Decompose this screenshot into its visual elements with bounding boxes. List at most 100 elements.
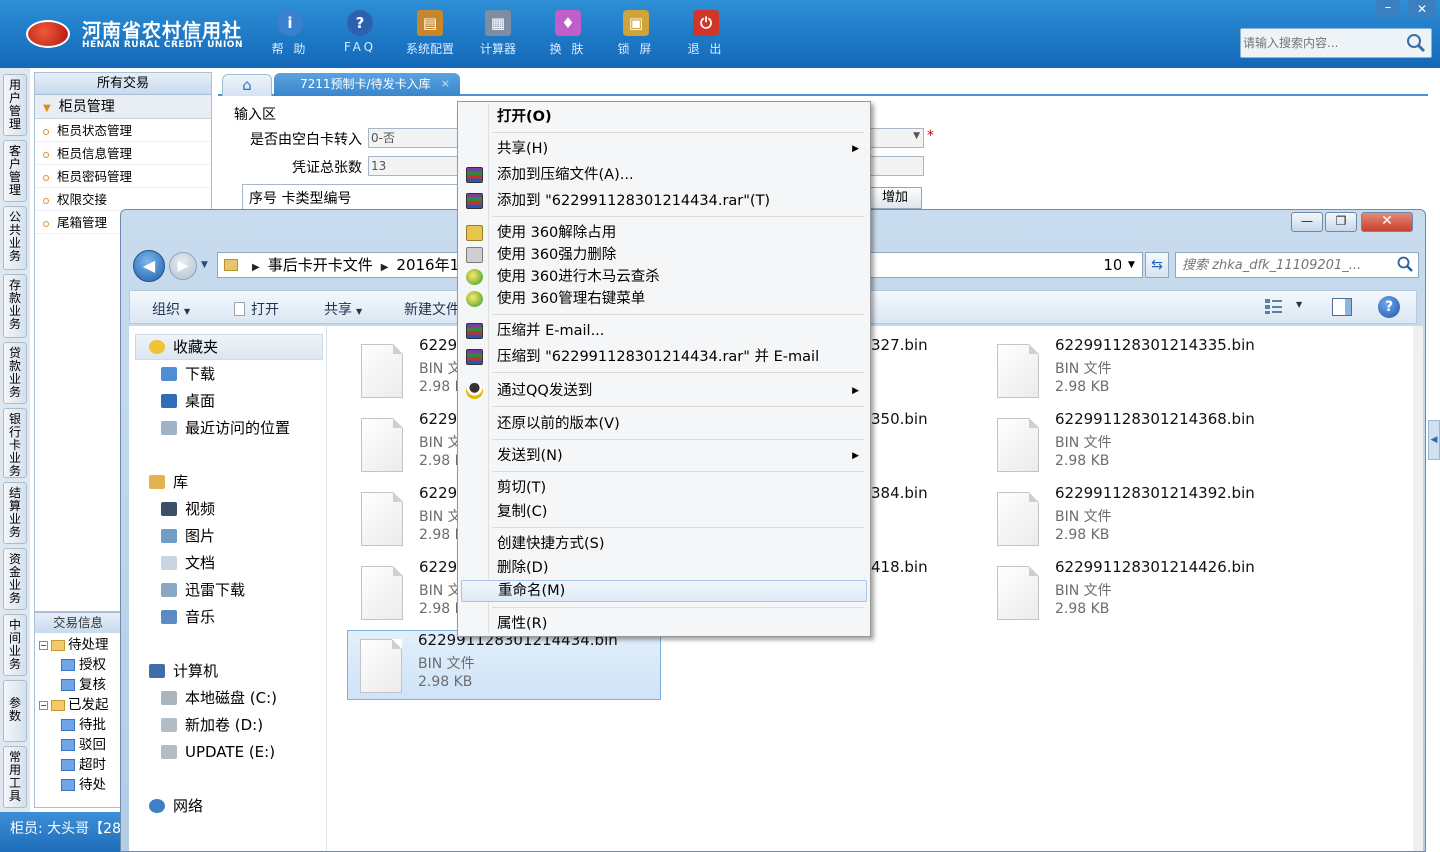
- nav-drive-e[interactable]: UPDATE (E:): [161, 740, 275, 764]
- menu-360-scan[interactable]: 使用 360进行木马云查杀: [461, 266, 867, 288]
- txn-initiated[interactable]: − 已发起: [39, 695, 109, 715]
- menu-restore-previous[interactable]: 还原以前的版本(V): [461, 413, 867, 435]
- lock-screen-button[interactable]: ▣ 锁 屏: [606, 8, 666, 60]
- nav-libraries[interactable]: 库: [149, 470, 188, 494]
- txn-authorize[interactable]: 授权: [61, 655, 106, 675]
- global-search-input[interactable]: [1243, 33, 1403, 53]
- vnav-parameters[interactable]: 参数: [3, 680, 27, 742]
- txn-rejected[interactable]: 驳回: [61, 735, 106, 755]
- open-button[interactable]: 打开: [234, 299, 279, 319]
- menu-copy[interactable]: 复制(C): [461, 501, 867, 523]
- file-item[interactable]: 622991128301214335.bin BIN 文件 2.98 KB: [985, 336, 1299, 404]
- explorer-search-input[interactable]: [1182, 256, 1388, 274]
- nav-documents[interactable]: 文档: [161, 551, 215, 575]
- menu-360-unlock[interactable]: 使用 360解除占用: [461, 222, 867, 244]
- card-type-select[interactable]: ▼: [870, 128, 924, 148]
- menu-cut[interactable]: 剪切(T): [461, 477, 867, 499]
- file-item[interactable]: 622991128301214426.bin BIN 文件 2.98 KB: [985, 558, 1299, 626]
- blank-card-select[interactable]: 0-否: [368, 128, 460, 148]
- app-minimize-button[interactable]: –: [1376, 0, 1400, 18]
- nav-pictures[interactable]: 图片: [161, 524, 215, 548]
- vnav-customer-mgmt[interactable]: 客户管理: [3, 140, 27, 202]
- system-config-button[interactable]: ▤ 系统配置: [400, 8, 460, 60]
- forward-button[interactable]: ▶: [169, 252, 197, 280]
- menu-360-manage[interactable]: 使用 360管理右键菜单: [461, 288, 867, 310]
- vnav-bankcard-business[interactable]: 银行卡业务: [3, 408, 27, 478]
- side-expand-handle[interactable]: ◀: [1428, 420, 1440, 460]
- nav-computer[interactable]: 计算机: [149, 659, 218, 683]
- breadcrumb-separator-icon[interactable]: ▶: [381, 262, 389, 273]
- vnav-fund-business[interactable]: 资金业务: [3, 548, 27, 610]
- nav-drive-c[interactable]: 本地磁盘 (C:): [161, 686, 277, 710]
- menu-360-shred[interactable]: 使用 360强力删除: [461, 244, 867, 266]
- tree-item-teller-status[interactable]: 柜员状态管理: [35, 119, 211, 142]
- nav-music[interactable]: 音乐: [161, 605, 215, 629]
- menu-add-to-rar[interactable]: 添加到 "622991128301214434.rar"(T): [461, 190, 867, 212]
- organize-button[interactable]: 组织 ▼: [152, 299, 190, 319]
- nav-thunder-downloads[interactable]: 迅雷下载: [161, 578, 245, 602]
- nav-network[interactable]: 网络: [149, 794, 203, 818]
- menu-send-via-qq[interactable]: 通过QQ发送到 ▶: [461, 380, 867, 402]
- tree-group-teller-mgmt[interactable]: ▼ 柜员管理: [35, 95, 211, 119]
- refresh-button[interactable]: ⇆: [1145, 252, 1169, 278]
- vnav-deposit-business[interactable]: 存款业务: [3, 274, 27, 338]
- vnav-intermediate-business[interactable]: 中间业务: [3, 614, 27, 676]
- tree-item-permission-handover[interactable]: 权限交接: [35, 188, 211, 211]
- breadcrumb-separator-icon[interactable]: ▶: [252, 262, 260, 273]
- txn-awaiting-approval[interactable]: 待批: [61, 715, 106, 735]
- faq-button[interactable]: ? FAQ: [330, 8, 390, 60]
- explorer-minimize-button[interactable]: —: [1291, 212, 1323, 232]
- menu-add-to-archive[interactable]: 添加到压缩文件(A)...: [461, 164, 867, 186]
- menu-create-shortcut[interactable]: 创建快捷方式(S): [461, 533, 867, 555]
- nav-recent-places[interactable]: 最近访问的位置: [161, 416, 290, 440]
- txn-pending[interactable]: − 待处理: [39, 635, 109, 655]
- explorer-maximize-button[interactable]: ❐: [1325, 212, 1357, 232]
- add-button[interactable]: 增加: [868, 187, 922, 209]
- menu-share[interactable]: 共享(H) ▶: [461, 138, 867, 160]
- file-item[interactable]: 622991128301214392.bin BIN 文件 2.98 KB: [985, 484, 1299, 552]
- menu-properties[interactable]: 属性(R): [461, 613, 867, 635]
- vnav-settlement-business[interactable]: 结算业务: [3, 482, 27, 544]
- calculator-button[interactable]: ▦ 计算器: [468, 8, 528, 60]
- nav-downloads[interactable]: 下载: [161, 362, 215, 386]
- collapse-icon[interactable]: −: [39, 700, 48, 710]
- tree-item-teller-info[interactable]: 柜员信息管理: [35, 142, 211, 165]
- address-dropdown-icon[interactable]: ▼: [1121, 252, 1143, 278]
- tab-close-icon[interactable]: ×: [441, 73, 450, 95]
- menu-compress-rar-email[interactable]: 压缩到 "622991128301214434.rar" 并 E-mail: [461, 346, 867, 368]
- tab-card-storage[interactable]: 7211预制卡/待发卡入库 ×: [274, 73, 460, 96]
- vnav-loan-business[interactable]: 贷款业务: [3, 342, 27, 404]
- preview-pane-icon[interactable]: [1332, 298, 1352, 316]
- menu-open[interactable]: 打开(O): [461, 106, 867, 128]
- search-icon[interactable]: [1405, 32, 1427, 54]
- tree-item-teller-password[interactable]: 柜员密码管理: [35, 165, 211, 188]
- vertical-scrollbar[interactable]: [1413, 326, 1423, 851]
- breadcrumb-segment[interactable]: 2016年1: [396, 256, 459, 274]
- explorer-close-button[interactable]: ✕: [1361, 212, 1413, 232]
- file-item[interactable]: 622991128301214368.bin BIN 文件 2.98 KB: [985, 410, 1299, 478]
- nav-videos[interactable]: 视频: [161, 497, 215, 521]
- view-dropdown-icon[interactable]: ▼: [1296, 300, 1302, 309]
- collapse-icon[interactable]: −: [39, 640, 48, 650]
- app-close-button[interactable]: ✕: [1408, 0, 1436, 18]
- menu-send-to[interactable]: 发送到(N) ▶: [461, 445, 867, 467]
- nav-desktop[interactable]: 桌面: [161, 389, 215, 413]
- tab-home[interactable]: ⌂: [222, 74, 272, 96]
- txn-to-process[interactable]: 待处: [61, 775, 106, 795]
- history-dropdown-icon[interactable]: ▼: [201, 260, 208, 270]
- vnav-common-tools[interactable]: 常用工具: [3, 746, 27, 808]
- vnav-public-business[interactable]: 公共业务: [3, 206, 27, 270]
- nav-drive-d[interactable]: 新加卷 (D:): [161, 713, 263, 737]
- help-button[interactable]: i 帮 助: [260, 8, 320, 60]
- txn-timeout[interactable]: 超时: [61, 755, 106, 775]
- menu-delete[interactable]: 删除(D): [461, 557, 867, 579]
- new-folder-button[interactable]: 新建文件: [404, 299, 460, 319]
- vnav-user-mgmt[interactable]: 用户管理: [3, 74, 27, 136]
- breadcrumb-segment[interactable]: 事后卡开卡文件: [268, 256, 373, 274]
- menu-rename[interactable]: 重命名(M): [461, 580, 867, 602]
- nav-favorites[interactable]: 收藏夹: [149, 335, 218, 359]
- skin-button[interactable]: ♦ 换 肤: [538, 8, 598, 60]
- view-options-icon[interactable]: [1264, 297, 1284, 315]
- exit-button[interactable]: ⏻ 退 出: [676, 8, 736, 60]
- menu-compress-email[interactable]: 压缩并 E-mail...: [461, 320, 867, 342]
